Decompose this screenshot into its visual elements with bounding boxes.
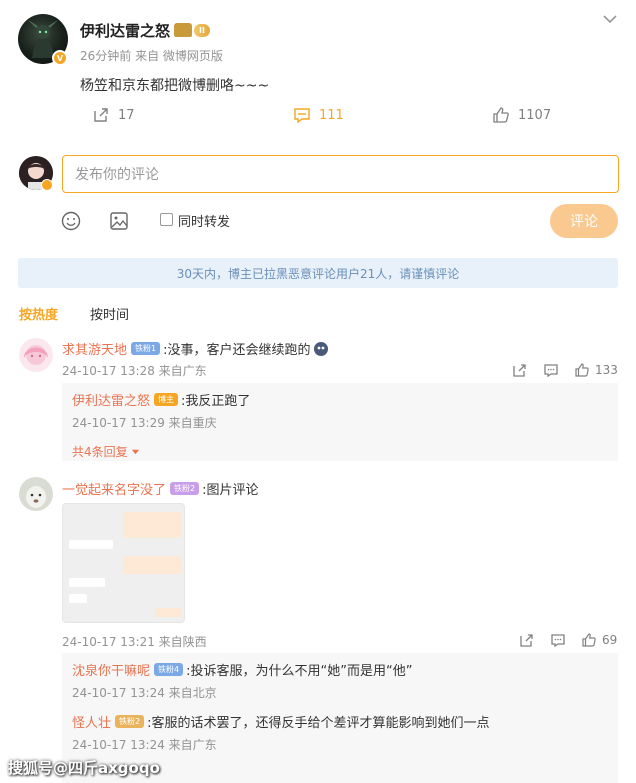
watermark: 搜狐号@四斤axgoqo: [8, 759, 160, 777]
fan-badge: 铁粉2: [170, 482, 200, 495]
thumbs-up-icon: [493, 107, 509, 123]
comment-button[interactable]: 111: [293, 106, 344, 124]
more-replies-link[interactable]: 共4条回复: [72, 443, 140, 460]
comment-like-count: 69: [602, 633, 618, 647]
reply-meta: 24-10-17 13:24 来自广东: [72, 738, 217, 752]
comment-like-count: 133: [595, 363, 618, 377]
comment-meta: 24-10-17 13:28 来自广东: [62, 364, 207, 378]
author-badge: 博主: [154, 393, 179, 406]
reply-content: 沈泉你干嘛呢 铁粉4 :投诉客服，为什么不用“她”而是用“他”: [72, 660, 412, 679]
comment-actions: 133: [512, 362, 618, 378]
repost-checkbox[interactable]: [160, 213, 173, 226]
comment-avatar[interactable]: [19, 338, 53, 372]
repost-icon: [94, 108, 108, 122]
vip-badge[interactable]: II: [174, 22, 210, 38]
fan-badge: 铁粉1: [131, 342, 161, 355]
like-button[interactable]: 1107: [492, 106, 551, 124]
notice-banner: 30天内，博主已拉黑恶意评论用户21人，请谨慎评论: [18, 258, 618, 288]
image-icon[interactable]: [108, 210, 130, 232]
reply-author[interactable]: 怪人壮: [72, 712, 111, 731]
comment-actions: 69: [519, 632, 617, 648]
thumbs-up-icon: [575, 363, 589, 377]
crown-icon: [174, 23, 192, 37]
comment-content: 求其游天地 铁粉1 :没事，客户还会继续跑的: [62, 339, 329, 358]
comment-text: :没事，客户还会继续跑的: [163, 343, 311, 358]
post-text: 杨笠和京东都把微博删咯~~~: [80, 78, 270, 94]
verified-icon: V: [52, 50, 68, 66]
comment-input-placeholder: 发布你的评论: [75, 167, 159, 183]
verified-icon: [41, 179, 53, 191]
comment-like-button[interactable]: 69: [581, 632, 617, 648]
reply-meta: 24-10-17 13:24 来自北京: [72, 686, 217, 700]
vip-level: II: [194, 23, 210, 37]
reply-content: 伊利达雷之怒 博主 :我反正跑了: [72, 390, 250, 409]
comment-avatar[interactable]: [19, 477, 53, 511]
repost-icon[interactable]: [519, 632, 535, 648]
caret-down-icon: [131, 449, 139, 455]
repost-count: 17: [118, 107, 135, 123]
repost-icon[interactable]: [512, 362, 528, 378]
comment-avatar-image: [19, 338, 53, 372]
poster-username[interactable]: 伊利达雷之怒: [80, 20, 170, 41]
comment-icon[interactable]: [550, 632, 566, 648]
comment-avatar-image: [19, 477, 53, 511]
reply-content: 怪人壮 铁粉2 :客服的话术罢了，还得反手给个差评才算能影响到她们一点: [72, 712, 490, 731]
reply-author[interactable]: 沈泉你干嘛呢: [72, 660, 150, 679]
reply-text: :我反正跑了: [181, 394, 251, 409]
repost-checkbox-label: 同时转发: [178, 215, 231, 230]
chevron-down-icon[interactable]: [602, 12, 618, 26]
comment-icon[interactable]: [543, 362, 559, 378]
like-count: 1107: [518, 107, 552, 123]
tab-hot[interactable]: 按热度: [19, 304, 58, 323]
reply-text: :投诉客服，为什么不用“她”而是用“他”: [186, 664, 413, 679]
post-meta: 26分钟前 来自 微博网页版: [80, 49, 223, 63]
reply-author[interactable]: 伊利达雷之怒: [72, 390, 150, 409]
comment-meta: 24-10-17 13:21 来自陕西: [62, 635, 207, 649]
tab-time[interactable]: 按时间: [90, 304, 129, 323]
comment-text: :图片评论: [202, 483, 259, 498]
comment-input[interactable]: 发布你的评论: [62, 155, 619, 193]
comment-image[interactable]: [62, 503, 185, 623]
fan-badge: 铁粉4: [154, 663, 184, 676]
comment-count: 111: [319, 107, 344, 123]
comment-like-button[interactable]: 133: [574, 362, 618, 378]
comment-icon: [294, 108, 310, 124]
reply-text: :客服的话术罢了，还得反手给个差评才算能影响到她们一点: [147, 716, 490, 731]
emoji-sticker-icon: [313, 341, 328, 356]
reply-meta: 24-10-17 13:29 来自重庆: [72, 416, 217, 430]
comment-author[interactable]: 一觉起来名字没了: [62, 479, 166, 498]
more-replies-label: 共4条回复: [72, 445, 128, 459]
emoji-icon[interactable]: [60, 210, 82, 232]
repost-button[interactable]: 17: [92, 106, 135, 124]
comment-content: 一觉起来名字没了 铁粉2 :图片评论: [62, 479, 259, 498]
submit-comment-button[interactable]: 评论: [550, 204, 618, 238]
comment-author[interactable]: 求其游天地: [62, 339, 127, 358]
fan-badge: 铁粉2: [115, 715, 145, 728]
thumbs-up-icon: [582, 633, 596, 647]
